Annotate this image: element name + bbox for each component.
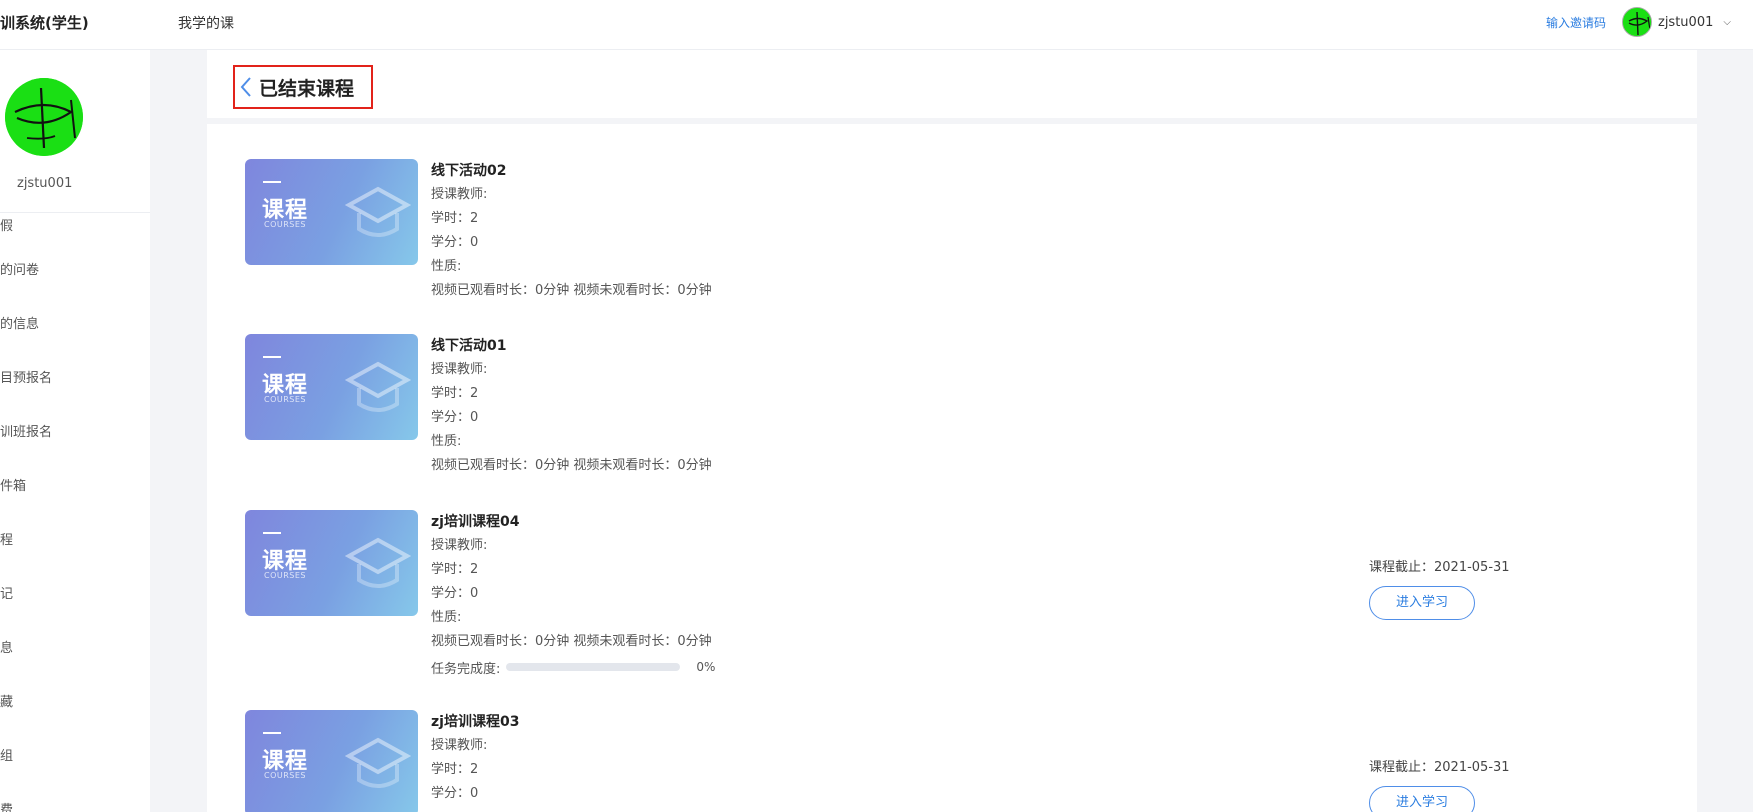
course-credits: 学分：0 <box>431 586 479 601</box>
progress-bar <box>506 663 681 671</box>
course-thumbnail[interactable]: 课程 COURSES <box>245 334 418 440</box>
sidebar-username: zjstu001 <box>17 176 73 191</box>
avatar-drawing <box>1623 8 1651 36</box>
enter-study-button[interactable]: 进入学习 <box>1369 786 1475 812</box>
page-title: 已结束课程 <box>259 77 355 100</box>
sidebar-item-questionnaire[interactable]: 的问卷 <box>0 244 150 298</box>
chevron-left-icon[interactable] <box>239 76 253 98</box>
course-info: zj培训课程03 授课教师: 学时：2 学分：0 <box>431 710 1131 806</box>
sidebar-item-class-registration[interactable]: 训班报名 <box>0 406 150 460</box>
course-hours: 学时：2 <box>431 762 479 777</box>
top-bar: 训系统(学生) 我学的课 输入邀请码 zjstu001 ⌵ <box>0 0 1753 50</box>
chevron-down-icon[interactable]: ⌵ <box>1723 17 1731 28</box>
course-name[interactable]: 线下活动01 <box>431 334 1131 358</box>
course-deadline: 课程截止：2021-05-31 <box>1369 560 1510 575</box>
page-header: 已结束课程 <box>207 50 1697 118</box>
thumbnail-subtitle: COURSES <box>264 771 307 780</box>
thumbnail-dash <box>263 732 281 734</box>
sidebar-item-project-preregistration[interactable]: 目预报名 <box>0 352 150 406</box>
course-hours: 学时：2 <box>431 211 479 226</box>
course-credits: 学分：0 <box>431 786 479 801</box>
course-name[interactable]: 线下活动02 <box>431 159 1131 183</box>
header-username[interactable]: zjstu001 <box>1658 15 1713 30</box>
course-video-time: 视频已观看时长：0分钟 视频未观看时长：0分钟 <box>431 634 712 649</box>
course-thumbnail[interactable]: 课程 COURSES <box>245 510 418 616</box>
course-nature: 性质: <box>431 610 462 625</box>
course-video-time: 视频已观看时长：0分钟 视频未观看时长：0分钟 <box>431 458 712 473</box>
progress-percent: 0% <box>696 660 716 674</box>
course-thumbnail[interactable]: 课程 COURSES <box>245 710 418 812</box>
avatar[interactable] <box>1622 7 1652 37</box>
course-list: 课程 COURSES 线下活动02 授课教师: 学时：2 学分：0 性质: 视频… <box>207 124 1697 812</box>
graduation-cap-icon <box>345 537 411 588</box>
course-teacher: 授课教师: <box>431 738 488 753</box>
sidebar-item-favorites[interactable]: 藏 <box>0 676 150 730</box>
thumbnail-dash <box>263 356 281 358</box>
thumbnail-dash <box>263 181 281 183</box>
back-button[interactable]: 已结束课程 <box>233 65 373 109</box>
course-credits: 学分：0 <box>431 410 479 425</box>
sidebar-item-messages[interactable]: 息 <box>0 622 150 676</box>
course-name[interactable]: zj培训课程03 <box>431 710 1131 734</box>
course-nature: 性质: <box>431 259 462 274</box>
app-title: 训系统(学生) <box>0 14 89 32</box>
course-thumbnail[interactable]: 课程 COURSES <box>245 159 418 265</box>
course-info: zj培训课程04 授课教师: 学时：2 学分：0 性质: 视频已观看时长：0分钟… <box>431 510 1131 680</box>
profile-avatar[interactable] <box>5 78 83 156</box>
sidebar-item-inbox[interactable]: 件箱 <box>0 460 150 514</box>
sidebar-item-groups[interactable]: 组 <box>0 730 150 784</box>
thumbnail-subtitle: COURSES <box>264 395 307 404</box>
course-credits: 学分：0 <box>431 235 479 250</box>
user-menu[interactable]: zjstu001 ⌵ <box>1622 6 1731 38</box>
thumbnail-subtitle: COURSES <box>264 220 307 229</box>
graduation-cap-icon <box>345 737 411 788</box>
sidebar-item-fees[interactable]: 费 <box>0 784 150 812</box>
sidebar-item-leave[interactable]: 假 <box>0 210 150 244</box>
nav-my-courses[interactable]: 我学的课 <box>178 13 234 33</box>
course-nature: 性质: <box>431 434 462 449</box>
enter-study-button[interactable]: 进入学习 <box>1369 586 1475 620</box>
course-teacher: 授课教师: <box>431 362 488 377</box>
course-info: 线下活动01 授课教师: 学时：2 学分：0 性质: 视频已观看时长：0分钟 视… <box>431 334 1131 478</box>
course-actions: 课程截止：2021-05-31 进入学习 <box>1369 558 1529 620</box>
graduation-cap-icon <box>345 186 411 237</box>
course-video-time: 视频已观看时长：0分钟 视频未观看时长：0分钟 <box>431 283 712 298</box>
thumbnail-subtitle: COURSES <box>264 571 307 580</box>
sidebar-item-courses[interactable]: 程 <box>0 514 150 568</box>
course-name[interactable]: zj培训课程04 <box>431 510 1131 534</box>
task-progress: 任务完成度: 0% <box>431 654 1131 680</box>
invite-code-link[interactable]: 输入邀请码 <box>1546 14 1606 31</box>
course-hours: 学时：2 <box>431 386 479 401</box>
course-hours: 学时：2 <box>431 562 479 577</box>
thumbnail-dash <box>263 532 281 534</box>
graduation-cap-icon <box>345 361 411 412</box>
sidebar-menu: 假 的问卷 的信息 目预报名 训班报名 件箱 程 记 息 藏 组 费 <box>0 210 150 812</box>
course-info: 线下活动02 授课教师: 学时：2 学分：0 性质: 视频已观看时长：0分钟 视… <box>431 159 1131 303</box>
course-actions: 课程截止：2021-05-31 进入学习 <box>1369 758 1529 812</box>
course-deadline: 课程截止：2021-05-31 <box>1369 760 1510 775</box>
course-teacher: 授课教师: <box>431 538 488 553</box>
sidebar: zjstu001 假 的问卷 的信息 目预报名 训班报名 件箱 程 记 息 藏 … <box>0 50 150 812</box>
avatar-drawing <box>5 78 83 156</box>
sidebar-item-my-info[interactable]: 的信息 <box>0 298 150 352</box>
course-teacher: 授课教师: <box>431 187 488 202</box>
sidebar-item-notes[interactable]: 记 <box>0 568 150 622</box>
progress-label: 任务完成度: <box>431 661 501 677</box>
